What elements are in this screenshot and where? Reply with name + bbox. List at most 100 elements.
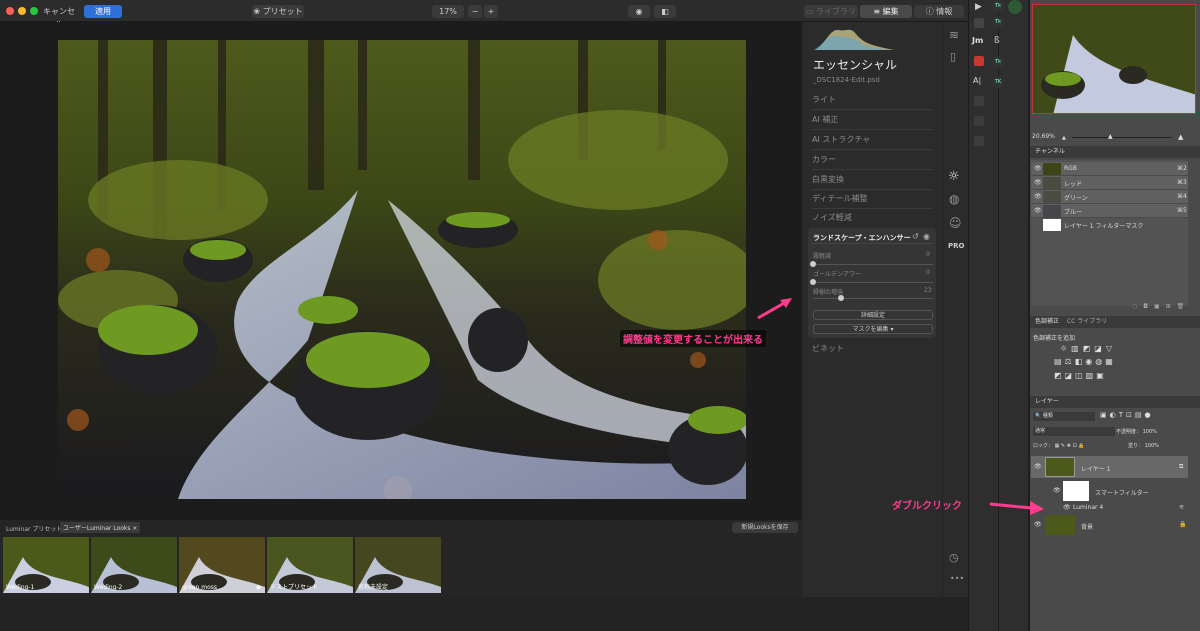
look-thumbnail[interactable]: Weding-2: [91, 537, 177, 593]
tool-icon[interactable]: [974, 96, 984, 106]
navigator-preview[interactable]: [1032, 4, 1196, 114]
channel-row-blue[interactable]: 👁 ブルー ⌘5: [1031, 204, 1188, 218]
layers-tab[interactable]: レイヤー: [1030, 396, 1200, 408]
zoom-dropdown[interactable]: 17%: [432, 5, 464, 18]
layers-icon[interactable]: ≋: [949, 28, 959, 42]
visibility-toggle-icon[interactable]: ◉: [923, 232, 930, 241]
eye-icon[interactable]: 👁: [1034, 193, 1042, 200]
presets-button[interactable]: ❀ プリセット: [252, 5, 304, 18]
more-icon[interactable]: •••: [950, 574, 964, 583]
beta-icon[interactable]: ß: [994, 36, 1000, 46]
channel-row-rgb[interactable]: 👁 RGB ⌘2: [1031, 162, 1188, 176]
eye-icon[interactable]: 👁: [1053, 487, 1061, 494]
zoom-out-button[interactable]: −: [468, 5, 482, 18]
reset-icon[interactable]: ↺: [912, 232, 919, 241]
tab-user-looks[interactable]: ユーザーLuminar Looks ×: [60, 522, 141, 533]
history-icon[interactable]: ◷: [949, 551, 959, 564]
tab-library[interactable]: ▭ ライブラリ: [804, 5, 858, 18]
navigator-zoom-knob[interactable]: ▲: [1108, 133, 1113, 140]
advanced-settings-button[interactable]: 詳細設定: [813, 310, 933, 320]
side-item-ai-enhance[interactable]: AI 補正: [812, 110, 932, 130]
tk-icon[interactable]: Tk: [992, 16, 1004, 28]
side-item-light[interactable]: ライト: [812, 90, 932, 110]
zoom-out-small-icon[interactable]: ▲: [1062, 135, 1066, 141]
side-item-details[interactable]: ディテール補整: [812, 189, 932, 209]
tab-adjustments[interactable]: 色調補正: [1035, 318, 1059, 325]
side-item-color[interactable]: カラー: [812, 150, 932, 170]
tab-cc-libraries[interactable]: CC ライブラリ: [1067, 318, 1107, 325]
tk-icon[interactable]: Tk: [992, 56, 1004, 68]
side-item-ai-structure[interactable]: AI ストラクチャ: [812, 130, 932, 150]
tk-icon[interactable]: Tk: [992, 0, 1004, 12]
channel-row-green[interactable]: 👁 グリーン ⌘4: [1031, 190, 1188, 204]
layer-kind-filter[interactable]: 🔍 種類: [1033, 412, 1095, 421]
eye-icon[interactable]: 👁: [1034, 521, 1042, 528]
smart-filter-row[interactable]: 👁 スマートフィルター: [1031, 480, 1188, 502]
look-thumbnail[interactable]: green moss ★: [179, 537, 265, 593]
side-item-denoise[interactable]: ノイズ軽減: [812, 208, 932, 228]
edit-mask-button[interactable]: マスクを編集 ▾: [813, 324, 933, 334]
cancel-button[interactable]: キャンセル: [40, 5, 78, 29]
info-tool-icon[interactable]: [974, 116, 984, 126]
opacity-control[interactable]: 不透明度： 100%: [1116, 428, 1157, 435]
tk-panel-icon[interactable]: [1008, 0, 1022, 14]
minimize-window-icon[interactable]: [18, 7, 26, 15]
adjustment-icons-row2[interactable]: ▤⚖◧◉◍▦: [1054, 357, 1116, 366]
channel-row-mask[interactable]: レイヤー 1 フィルターマスク: [1031, 218, 1188, 232]
side-item-bw[interactable]: 白黒変換: [812, 170, 932, 190]
slider-haze-knob[interactable]: [810, 261, 816, 267]
tab-edit[interactable]: ≡ 編集: [860, 5, 912, 18]
layer-row-background[interactable]: 👁 背景 🔒: [1031, 514, 1188, 536]
zoom-in-small-icon[interactable]: ▲: [1178, 133, 1183, 141]
luminar-filter-row[interactable]: 👁 Luminar 4 ⚟: [1031, 502, 1188, 514]
slider-foliage[interactable]: [813, 298, 933, 299]
layer-row-layer1[interactable]: 👁 レイヤー 1 ⧉: [1031, 456, 1188, 478]
eye-icon[interactable]: 👁: [1034, 179, 1042, 186]
save-new-looks-button[interactable]: 新規Looksを保存: [732, 522, 798, 533]
close-window-icon[interactable]: [6, 7, 14, 15]
slider-haze[interactable]: [813, 264, 933, 265]
layer-filter-icons[interactable]: ▣◐T⊡▤●: [1100, 411, 1154, 419]
compare-view-icon[interactable]: ◧: [654, 5, 676, 18]
filter-options-icon[interactable]: ⚟: [1179, 504, 1184, 511]
tab-luminar-presets[interactable]: Luminar プリセット: [6, 524, 62, 533]
tool-icon[interactable]: [974, 18, 984, 28]
fill-control[interactable]: 塗り： 100%: [1128, 442, 1159, 449]
channel-actions[interactable]: ◌◘▣⊞🗑: [1132, 303, 1190, 310]
compare-icon[interactable]: ▯: [950, 50, 956, 63]
eye-icon[interactable]: 👁: [1034, 207, 1042, 214]
tk-icon[interactable]: TK: [992, 76, 1004, 88]
channel-row-red[interactable]: 👁 レッド ⌘3: [1031, 176, 1188, 190]
play-icon[interactable]: ▶: [975, 2, 982, 12]
face-icon[interactable]: ☺: [949, 216, 962, 230]
sun-icon[interactable]: ☼: [948, 169, 960, 184]
look-thumbnail[interactable]: テストプリセット: [267, 537, 353, 593]
type-tool-icon[interactable]: A|: [973, 76, 981, 85]
navigator-zoom[interactable]: 20.69%: [1032, 133, 1055, 140]
look-thumbnail[interactable]: Weding-1: [3, 537, 89, 593]
blend-mode-select[interactable]: 通常: [1033, 427, 1115, 436]
palette-icon[interactable]: ◍: [949, 192, 959, 206]
favorite-star-icon[interactable]: ★: [255, 583, 262, 592]
zoom-window-icon[interactable]: [30, 7, 38, 15]
side-item-vignette[interactable]: ビネット: [812, 339, 932, 359]
eye-icon[interactable]: 👁: [1063, 504, 1071, 511]
adjustment-icons-row3[interactable]: ◩◪◫▨▣: [1054, 371, 1107, 380]
zoom-in-button[interactable]: +: [484, 5, 498, 18]
jm-icon[interactable]: Jm: [972, 36, 983, 45]
tool-icon[interactable]: [974, 136, 984, 146]
apply-button[interactable]: 適用: [84, 5, 122, 18]
pro-icon[interactable]: PRO: [948, 242, 964, 250]
eye-icon[interactable]: 👁: [1034, 463, 1042, 470]
channels-tab[interactable]: チャンネル: [1030, 146, 1200, 158]
navigator-zoom-slider[interactable]: [1072, 137, 1172, 138]
eye-icon[interactable]: ◉: [628, 5, 650, 18]
eye-icon[interactable]: 👁: [1034, 165, 1042, 172]
slider-golden-hour-knob[interactable]: [810, 279, 816, 285]
slider-golden-hour[interactable]: [813, 282, 933, 283]
adjustment-icons-row1[interactable]: ☼▥◩◪▽: [1060, 344, 1116, 353]
look-thumbnail[interactable]: 名称未設定: [355, 537, 441, 593]
record-icon[interactable]: [974, 56, 984, 66]
tab-info[interactable]: ⓘ 情報: [914, 5, 964, 18]
slider-foliage-knob[interactable]: [837, 295, 844, 301]
